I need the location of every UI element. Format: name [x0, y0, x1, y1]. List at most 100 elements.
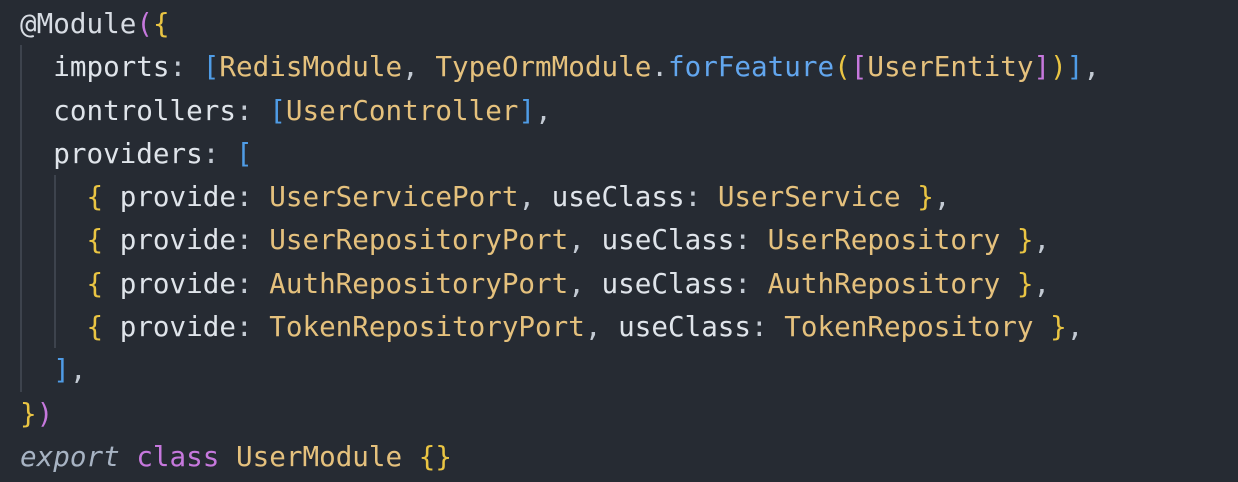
code-token: , [568, 266, 602, 300]
code-line[interactable]: export class UserModule {} [20, 435, 1238, 478]
code-token: ( [834, 50, 851, 84]
code-token: controllers [53, 93, 236, 127]
code-token: : [684, 180, 718, 214]
code-token: { [86, 223, 104, 257]
code-token: , [1066, 310, 1084, 344]
code-line[interactable]: imports: [RedisModule, TypeOrmModule.for… [20, 45, 1238, 89]
code-token: provide [119, 223, 236, 257]
code-token: AuthRepository [767, 266, 1001, 300]
code-line[interactable]: { provide: TokenRepositoryPort, useClass… [20, 305, 1238, 349]
code-token: : [202, 136, 236, 170]
code-token: RedisModule [219, 50, 403, 84]
code-token: useClass [551, 180, 685, 214]
code-token: , [535, 93, 552, 127]
code-token: Module [36, 7, 137, 40]
code-token: provide [119, 180, 236, 214]
code-token: : [751, 310, 785, 344]
code-token: UserRepository [767, 223, 1001, 257]
code-token: { [152, 7, 170, 40]
indent-guide [54, 261, 56, 306]
code-line[interactable]: }) [20, 392, 1238, 435]
code-token: [ [269, 93, 286, 127]
code-token: UserRepositoryPort [269, 223, 569, 257]
code-token: ] [1033, 50, 1051, 84]
code-token: } [1050, 310, 1067, 344]
code-line[interactable]: @Module({ [20, 2, 1238, 45]
indent-guide [20, 131, 22, 176]
code-token: , [518, 180, 552, 214]
code-token: [ [235, 136, 253, 170]
code-token: { [86, 310, 104, 344]
code-token: [ [202, 50, 220, 84]
code-token: AuthRepositoryPort [269, 266, 569, 300]
code-token: TokenRepository [784, 310, 1034, 344]
indent-guide [20, 88, 22, 132]
code-token: UserEntity [867, 50, 1034, 84]
code-token: provide [119, 310, 236, 344]
code-token: : [169, 50, 203, 84]
indent-guide [54, 305, 56, 349]
code-token: imports [53, 50, 170, 84]
code-token: ] [1066, 50, 1084, 84]
code-token: : [236, 266, 270, 300]
code-token: { [86, 180, 104, 214]
code-token: , [584, 310, 619, 344]
code-token: ] [53, 353, 70, 387]
code-token: ) [36, 396, 54, 430]
indent-guide [20, 218, 22, 262]
code-token: , [402, 50, 436, 84]
code-token: UserServicePort [269, 180, 519, 214]
code-line[interactable]: ], [20, 348, 1238, 392]
code-token: useClass [601, 266, 735, 300]
code-token: : [236, 310, 270, 344]
indent-guide [20, 175, 22, 219]
code-token: } [20, 396, 37, 430]
code-line[interactable]: { provide: UserRepositoryPort, useClass:… [20, 218, 1238, 262]
code-editor[interactable]: @Module({ imports: [RedisModule, TypeOrm… [0, 0, 1238, 482]
code-token: export [20, 439, 120, 473]
code-token: class [136, 439, 220, 473]
code-token: ] [518, 93, 536, 127]
code-token: ( [136, 7, 153, 40]
code-token: , [1083, 50, 1100, 84]
indent-guide [20, 45, 22, 89]
code-token: {} [418, 439, 453, 473]
code-token: } [1016, 223, 1034, 257]
indent-guide [54, 218, 56, 262]
code-token: : [236, 180, 270, 214]
code-token: useClass [601, 223, 735, 257]
code-token: useClass [618, 310, 752, 344]
code-token: TypeOrmModule [435, 50, 652, 84]
code-token: [ [850, 50, 868, 84]
code-token: } [1016, 266, 1034, 300]
code-line[interactable]: { provide: UserServicePort, useClass: Us… [20, 175, 1238, 219]
code-token: TokenRepositoryPort [269, 310, 585, 344]
code-token: { [86, 266, 104, 300]
code-token: , [568, 223, 602, 257]
code-token: : [235, 93, 270, 127]
code-token: } [917, 180, 934, 214]
code-token: forFeature [667, 50, 835, 84]
code-token: , [933, 180, 951, 214]
code-token: , [1033, 223, 1051, 257]
code-token: @ [20, 7, 37, 40]
code-line[interactable]: { provide: AuthRepositoryPort, useClass:… [20, 261, 1238, 306]
code-line[interactable]: controllers: [UserController], [20, 88, 1238, 132]
indent-guide [20, 261, 22, 306]
code-line[interactable]: providers: [ [20, 131, 1238, 176]
code-token: provide [119, 266, 236, 300]
code-token: providers [53, 136, 203, 170]
